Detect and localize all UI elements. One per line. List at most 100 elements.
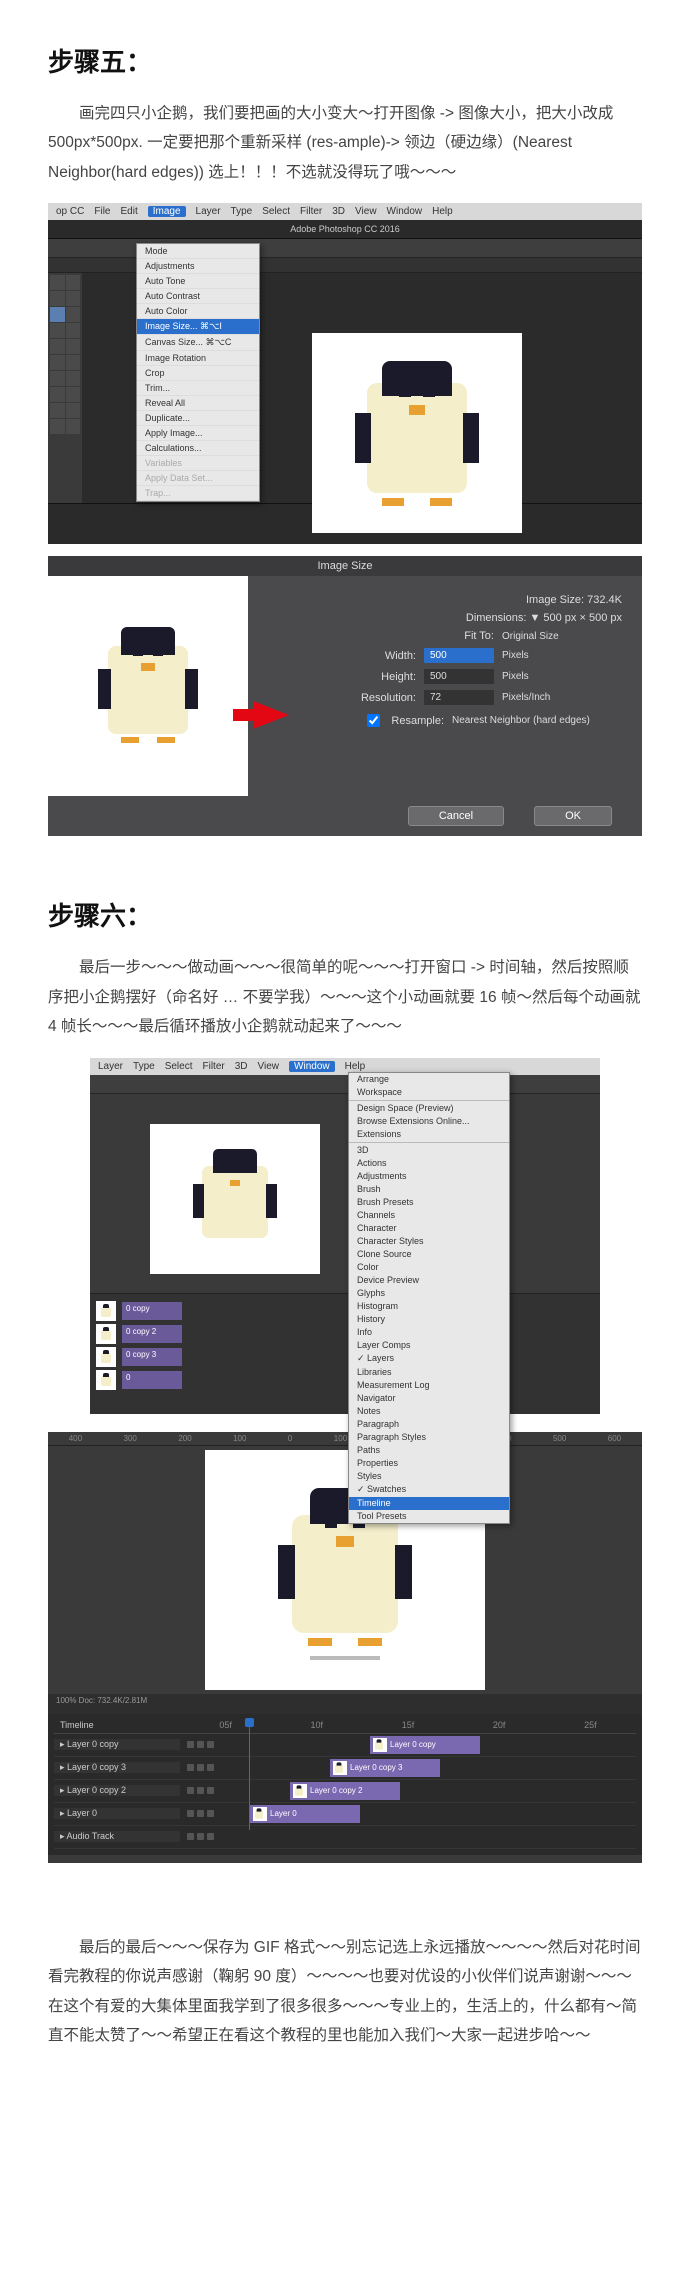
menu-item[interactable]: Filter <box>203 1061 225 1072</box>
timeline-clip[interactable]: Layer 0 copy 2 <box>290 1782 400 1800</box>
res-unit[interactable]: Pixels/Inch <box>502 692 622 703</box>
menu-item[interactable]: Type <box>133 1061 155 1072</box>
dropdown-item[interactable]: Paragraph <box>349 1418 509 1431</box>
dropdown-item[interactable]: Duplicate... <box>137 411 259 426</box>
dropdown-item[interactable]: Canvas Size... ⌘⌥C <box>137 335 259 351</box>
menu-item[interactable]: Help <box>432 206 453 217</box>
menu-item[interactable]: Select <box>262 206 290 217</box>
ok-button[interactable]: OK <box>534 806 612 826</box>
dropdown-item[interactable]: Image Size... ⌘⌥I <box>137 319 259 335</box>
menu-item[interactable]: Layer <box>196 206 221 217</box>
res-input[interactable]: 72 <box>424 690 494 705</box>
track-controls[interactable] <box>180 1833 220 1840</box>
dropdown-item[interactable]: Auto Tone <box>137 274 259 289</box>
track-controls[interactable] <box>180 1764 220 1771</box>
clip[interactable]: 0 copy 3 <box>122 1348 182 1366</box>
dropdown-item[interactable]: Actions <box>349 1157 509 1170</box>
dropdown-item[interactable]: Timeline <box>349 1497 509 1510</box>
dropdown-item[interactable]: Histogram <box>349 1300 509 1313</box>
dropdown-item[interactable]: Calculations... <box>137 441 259 456</box>
menu-item[interactable]: View <box>258 1061 280 1072</box>
dropdown-item[interactable]: Navigator <box>349 1392 509 1405</box>
dropdown-item[interactable]: Extensions <box>349 1128 509 1141</box>
track-controls[interactable] <box>180 1787 220 1794</box>
resample-select[interactable]: Nearest Neighbor (hard edges) <box>452 715 622 726</box>
track-controls[interactable] <box>180 1810 220 1817</box>
image-menu-dropdown[interactable]: ModeAdjustmentsAuto ToneAuto ContrastAut… <box>136 243 260 502</box>
dropdown-item[interactable]: Glyphs <box>349 1287 509 1300</box>
dropdown-item[interactable]: Tool Presets <box>349 1510 509 1523</box>
menu-item[interactable]: Select <box>165 1061 193 1072</box>
track-name[interactable]: ▸ Layer 0 copy 3 <box>54 1762 180 1773</box>
dropdown-item[interactable]: Clone Source <box>349 1248 509 1261</box>
clip[interactable]: 0 <box>122 1371 182 1389</box>
window-menu-dropdown[interactable]: ArrangeWorkspaceDesign Space (Preview)Br… <box>348 1072 510 1524</box>
dropdown-item[interactable]: Apply Data Set... <box>137 471 259 486</box>
dropdown-item[interactable] <box>349 1142 509 1143</box>
width-unit[interactable]: Pixels <box>502 650 622 661</box>
menu-item[interactable]: op CC <box>56 206 84 217</box>
dropdown-item[interactable]: Swatches <box>349 1483 509 1497</box>
dropdown-item[interactable]: Paragraph Styles <box>349 1431 509 1444</box>
track-name[interactable]: ▸ Audio Track <box>54 1831 180 1842</box>
dropdown-item[interactable]: Libraries <box>349 1366 509 1379</box>
dropdown-item[interactable]: Color <box>349 1261 509 1274</box>
dropdown-item[interactable]: Apply Image... <box>137 426 259 441</box>
timeline-clip[interactable]: Layer 0 copy 3 <box>330 1759 440 1777</box>
dropdown-item[interactable]: Properties <box>349 1457 509 1470</box>
dropdown-item[interactable]: Brush Presets <box>349 1196 509 1209</box>
dropdown-item[interactable]: Mode <box>137 244 259 259</box>
fit-select[interactable]: Original Size <box>502 631 622 642</box>
dropdown-item[interactable]: Character <box>349 1222 509 1235</box>
dropdown-item[interactable]: Measurement Log <box>349 1379 509 1392</box>
dropdown-item[interactable]: Info <box>349 1326 509 1339</box>
width-input[interactable]: 500 <box>424 648 494 663</box>
cancel-button[interactable]: Cancel <box>408 806 504 826</box>
height-unit[interactable]: Pixels <box>502 671 622 682</box>
dropdown-item[interactable]: Browse Extensions Online... <box>349 1115 509 1128</box>
dropdown-item[interactable]: Auto Color <box>137 304 259 319</box>
dropdown-item[interactable]: Reveal All <box>137 396 259 411</box>
height-input[interactable]: 500 <box>424 669 494 684</box>
timeline-clip[interactable]: Layer 0 <box>250 1805 360 1823</box>
menu-item[interactable]: Layer <box>98 1061 123 1072</box>
dropdown-item[interactable]: Layers <box>349 1352 509 1366</box>
dropdown-item[interactable]: Notes <box>349 1405 509 1418</box>
menu-item[interactable]: Type <box>231 206 253 217</box>
dropdown-item[interactable]: Channels <box>349 1209 509 1222</box>
dropdown-item[interactable]: Brush <box>349 1183 509 1196</box>
dropdown-item[interactable]: Crop <box>137 366 259 381</box>
menu-item[interactable]: Window <box>387 206 423 217</box>
track-name[interactable]: ▸ Layer 0 copy 2 <box>54 1785 180 1796</box>
timeline-clip[interactable]: Layer 0 copy <box>370 1736 480 1754</box>
dropdown-item[interactable] <box>349 1100 509 1101</box>
dropdown-item[interactable]: Adjustments <box>349 1170 509 1183</box>
dropdown-item[interactable]: Variables <box>137 456 259 471</box>
dropdown-item[interactable]: Design Space (Preview) <box>349 1102 509 1115</box>
menu-item[interactable]: 3D <box>235 1061 248 1072</box>
dropdown-item[interactable]: Adjustments <box>137 259 259 274</box>
dropdown-item[interactable]: Paths <box>349 1444 509 1457</box>
menu-item[interactable]: Edit <box>120 206 137 217</box>
clip[interactable]: 0 copy <box>122 1302 182 1320</box>
dropdown-item[interactable]: Character Styles <box>349 1235 509 1248</box>
menu-item[interactable]: View <box>355 206 377 217</box>
dropdown-item[interactable]: Trap... <box>137 486 259 501</box>
dropdown-item[interactable]: Device Preview <box>349 1274 509 1287</box>
clip[interactable]: 0 copy 2 <box>122 1325 182 1343</box>
menu-item[interactable]: 3D <box>332 206 345 217</box>
menu-item[interactable]: Window <box>289 1061 335 1072</box>
dropdown-item[interactable]: Auto Contrast <box>137 289 259 304</box>
dropdown-item[interactable]: Image Rotation <box>137 351 259 366</box>
dropdown-item[interactable]: Styles <box>349 1470 509 1483</box>
track-controls[interactable] <box>180 1741 220 1748</box>
dropdown-item[interactable]: Arrange <box>349 1073 509 1086</box>
dropdown-item[interactable]: Layer Comps <box>349 1339 509 1352</box>
menu-item[interactable]: File <box>94 206 110 217</box>
dropdown-item[interactable]: Workspace <box>349 1086 509 1099</box>
resample-checkbox[interactable] <box>367 714 380 727</box>
menu-item[interactable]: Filter <box>300 206 322 217</box>
menu-item[interactable]: Image <box>148 206 186 217</box>
dropdown-item[interactable]: 3D <box>349 1144 509 1157</box>
track-name[interactable]: ▸ Layer 0 copy <box>54 1739 180 1750</box>
